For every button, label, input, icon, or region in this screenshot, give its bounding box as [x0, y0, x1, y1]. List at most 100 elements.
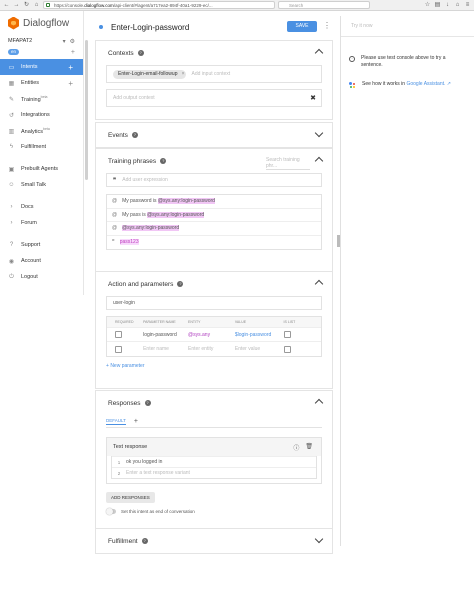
help-icon[interactable]: ?	[137, 50, 144, 56]
list-item[interactable]: 1 ok you logged in	[112, 456, 316, 467]
analytics-icon: ▥	[8, 128, 15, 135]
sidebar-scrollbar[interactable]	[85, 40, 88, 180]
help-icon[interactable]: ?	[160, 158, 167, 164]
contexts-header[interactable]: Contexts ?	[96, 41, 332, 65]
required-checkbox[interactable]	[115, 345, 122, 353]
forward-icon[interactable]: →	[13, 2, 20, 9]
add-platform-icon[interactable]: +	[134, 418, 138, 425]
sidebar: Dialogflow MFAPAT2 ▾ ⚙ en + ▭ Intents + …	[0, 11, 84, 295]
text-response-header: Text response ⓘ 🗑	[107, 438, 321, 456]
training-phrase[interactable]: @ My pass is @sys.any:login-password	[107, 209, 321, 222]
sidebar-item-docs[interactable]: › Docs	[0, 199, 83, 215]
sidebar-item-support[interactable]: ? Support	[0, 237, 83, 253]
add-intent-icon[interactable]: +	[68, 63, 73, 72]
help-icon[interactable]: ?	[177, 281, 184, 287]
quote-icon: ❞	[112, 239, 115, 246]
intent-status-dot	[99, 25, 103, 29]
events-card: Events ?	[96, 123, 332, 147]
sidebar-item-training[interactable]: ✎ Trainingbeta	[0, 91, 83, 107]
home-icon[interactable]: ⌂	[454, 2, 461, 9]
training-phrase[interactable]: ❞ pass123	[107, 236, 321, 250]
response-lines: 1 ok you logged in 2 Enter a text respon…	[111, 456, 317, 479]
parameters-header-row: REQUIRED PARAMETER NAME ENTITY VALUE IS …	[107, 317, 321, 328]
at-icon: @	[112, 211, 118, 218]
input-context-chip[interactable]: Enter-Login-email-followup	[113, 69, 187, 79]
end-conversation-toggle[interactable]	[106, 508, 116, 515]
more-options-icon[interactable]: ⋮	[323, 21, 331, 30]
chevron-up-icon[interactable]	[314, 279, 324, 289]
star-icon[interactable]: ☆	[424, 2, 431, 9]
help-icon[interactable]: ?	[141, 538, 148, 544]
clear-icon[interactable]: ✖	[310, 94, 316, 102]
page-title[interactable]: Enter-Login-password	[111, 23, 189, 32]
action-name-input[interactable]: user-login	[106, 296, 322, 310]
help-icon[interactable]: ?	[144, 400, 151, 406]
sidebar-item-integrations[interactable]: ↺ Integrations	[0, 107, 83, 123]
sidebar-item-entities[interactable]: ▦ Entities +	[0, 75, 83, 91]
sidebar-item-logout[interactable]: ⏻ Logout	[0, 269, 83, 285]
output-context-field[interactable]: Add output context ✖	[106, 89, 322, 107]
required-checkbox[interactable]	[115, 331, 122, 338]
training-phrase[interactable]: @ @sys.any:login-password	[107, 222, 321, 236]
chevron-up-icon[interactable]	[314, 156, 324, 166]
training-search-input[interactable]: Search training phr...	[266, 157, 310, 170]
sidebar-item-fulfillment[interactable]: ϟ Fulfillment	[0, 139, 83, 155]
is-list-checkbox[interactable]	[283, 331, 291, 338]
training-phrases-header[interactable]: Training phrases ? Search training phr..…	[96, 149, 332, 173]
add-entity-icon[interactable]: +	[68, 79, 73, 88]
chevron-down-icon[interactable]: ▾	[63, 38, 66, 45]
new-parameter-link[interactable]: + New parameter	[106, 363, 322, 369]
smalltalk-icon: ☺	[8, 182, 15, 188]
add-responses-button[interactable]: ADD RESPONSES	[106, 492, 155, 503]
google-assistant-link[interactable]: Google Assistant.	[406, 81, 445, 87]
gear-icon[interactable]: ⚙	[70, 38, 75, 45]
tab-default[interactable]: DEFAULT	[106, 418, 126, 425]
text-response-box: Text response ⓘ 🗑 1 ok you logged in 2 E…	[106, 437, 322, 484]
is-list-checkbox[interactable]	[283, 345, 291, 353]
try-it-input[interactable]: Try it now	[341, 16, 474, 36]
fulfillment-header[interactable]: Fulfillment ?	[96, 529, 332, 553]
chevron-down-icon[interactable]	[314, 128, 324, 138]
entity-icon: ▦	[8, 80, 15, 87]
input-context-field[interactable]: Enter-Login-email-followup Add input con…	[106, 65, 322, 83]
chevron-down-icon[interactable]	[314, 534, 324, 544]
external-link-icon[interactable]: ↗	[447, 81, 451, 87]
table-row: login-password @sys.any $login-password	[107, 328, 321, 342]
sidebar-item-forum[interactable]: › Forum	[0, 215, 83, 231]
menu-icon[interactable]: ≡	[464, 2, 471, 9]
sidebar-nav: ▭ Intents + ▦ Entities + ✎ Trainingbeta …	[0, 59, 83, 285]
list-item[interactable]: 2 Enter a text response variant	[112, 467, 316, 478]
download-icon[interactable]: ↓	[444, 2, 451, 9]
add-language-icon[interactable]: +	[71, 49, 75, 56]
help-icon[interactable]: ⓘ	[293, 443, 299, 452]
save-button[interactable]: SAVE	[287, 21, 317, 32]
browser-toolbar-icons: ☆ ▤ ↓ ⌂ ≡	[424, 2, 471, 9]
help-icon[interactable]: ?	[131, 132, 138, 138]
training-phrase[interactable]: @ My password is @sys.any:login-password	[107, 195, 321, 209]
language-pill[interactable]: en	[8, 49, 20, 55]
chevron-up-icon[interactable]	[314, 398, 324, 408]
sidebar-item-analytics[interactable]: ▥ Analyticsbeta	[0, 123, 83, 139]
address-bar[interactable]: https://console.dialogflow.com/api-clien…	[43, 1, 275, 9]
bookmark-icon[interactable]: ▤	[434, 2, 441, 9]
responses-header[interactable]: Responses ?	[96, 391, 332, 415]
add-user-expression-input[interactable]: ❞ Add user expression	[106, 173, 322, 187]
reload-icon[interactable]: ↻	[23, 2, 30, 9]
back-icon[interactable]: ←	[3, 2, 10, 9]
action-parameters-header[interactable]: Action and parameters ?	[96, 272, 332, 296]
chevron-up-icon[interactable]	[314, 48, 324, 58]
intent-header: Enter-Login-password SAVE ⋮	[89, 16, 335, 38]
console-hint: · Please use test console above to try a…	[341, 55, 474, 69]
help-icon: ?	[9, 242, 14, 248]
sidebar-item-account[interactable]: ◉ Account	[0, 253, 83, 269]
agent-selector[interactable]: MFAPAT2 ▾ ⚙	[0, 35, 83, 47]
sidebar-item-small-talk[interactable]: ☺ Small Talk	[0, 177, 83, 193]
lock-icon	[46, 3, 50, 7]
sidebar-item-intents[interactable]: ▭ Intents +	[0, 59, 83, 75]
events-header[interactable]: Events ?	[96, 123, 332, 147]
home-icon[interactable]: ⌂	[33, 2, 40, 9]
sidebar-item-prebuilt-agents[interactable]: ▣ Prebuilt Agents	[0, 161, 83, 177]
logo[interactable]: Dialogflow	[0, 11, 83, 35]
browser-search-field[interactable]: Search	[278, 1, 370, 9]
trash-icon[interactable]: 🗑	[305, 443, 313, 452]
